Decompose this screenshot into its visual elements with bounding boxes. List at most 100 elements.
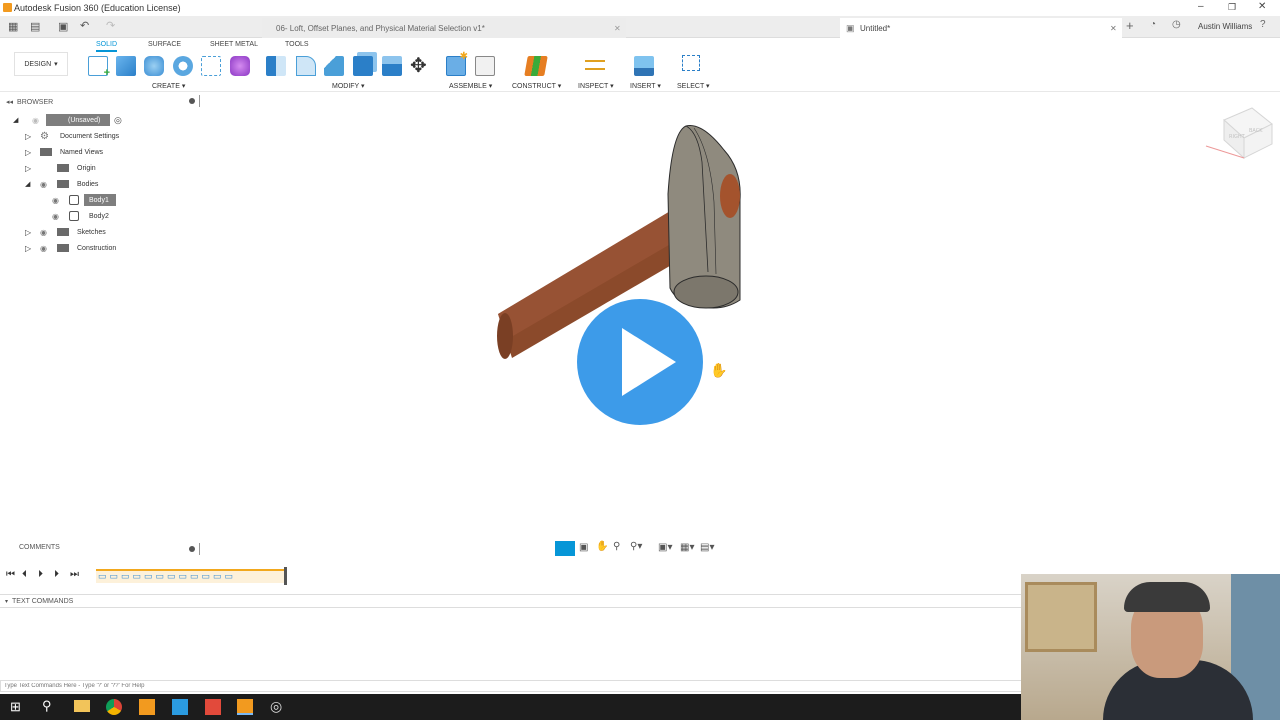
tab-untitled[interactable]: ▣ Untitled* ✕ <box>840 18 1122 38</box>
pattern-icon[interactable] <box>201 56 221 76</box>
display-settings-icon[interactable]: ▣▾ <box>658 542 672 553</box>
step-forward-icon[interactable]: ⏵ <box>54 569 59 580</box>
tab-sheet-metal[interactable]: SHEET METAL <box>210 41 258 48</box>
go-to-start-icon[interactable]: ⏮ <box>6 569 15 580</box>
tree-root[interactable]: ◢ ◉ (Unsaved) ◎ <box>0 112 202 128</box>
grid-icon[interactable]: ▦▾ <box>680 542 694 553</box>
group-insert[interactable]: INSERT ▾ <box>630 82 661 90</box>
tree-item-body1[interactable]: ◉ Body1 <box>0 192 202 208</box>
tree-item-origin[interactable]: ▷ Origin <box>0 160 202 176</box>
visibility-eye-icon[interactable]: ◉ <box>40 228 47 237</box>
group-inspect[interactable]: INSPECT ▾ <box>578 82 614 90</box>
app-icon-2[interactable] <box>172 699 188 715</box>
tab-tools[interactable]: TOOLS <box>285 41 309 48</box>
offset-plane-icon[interactable] <box>524 56 548 76</box>
activate-radio-icon[interactable]: ◎ <box>114 115 122 126</box>
expand-arrow-icon[interactable]: ▷ <box>25 148 31 157</box>
play-timeline-icon[interactable]: ⏵ <box>38 569 43 580</box>
fit-icon[interactable]: ⚲▾ <box>630 541 642 552</box>
expand-arrow-icon[interactable]: ▷ <box>25 132 31 141</box>
insert-image-icon[interactable] <box>634 56 654 76</box>
close-tab-icon[interactable]: ✕ <box>614 24 621 33</box>
redo-icon[interactable]: ↷ <box>106 19 115 32</box>
viewcube[interactable]: RIGHT BACK <box>1205 107 1273 160</box>
look-at-icon[interactable]: ▣ <box>579 542 588 553</box>
visibility-eye-icon[interactable]: ◉ <box>52 196 59 205</box>
measure-icon[interactable] <box>585 60 605 70</box>
pan-icon[interactable]: ✋ <box>596 541 608 552</box>
new-tab-icon[interactable]: + <box>1126 18 1134 33</box>
select-icon[interactable] <box>682 55 700 71</box>
file-icon[interactable]: ▤ <box>30 20 40 33</box>
group-select[interactable]: SELECT ▾ <box>677 82 710 90</box>
text-command-input[interactable] <box>0 680 1022 692</box>
group-modify[interactable]: MODIFY ▾ <box>332 82 365 90</box>
undo-icon[interactable]: ↶ <box>80 19 89 32</box>
press-pull-icon[interactable] <box>266 56 286 76</box>
collapse-icon[interactable]: ◂◂ <box>6 98 13 106</box>
group-create[interactable]: CREATE ▾ <box>152 82 185 90</box>
workspace-switcher[interactable]: DESIGN ▾ <box>14 52 68 76</box>
joint-icon[interactable] <box>475 56 495 76</box>
chamfer-icon[interactable] <box>324 56 344 76</box>
app-icon-1[interactable] <box>139 699 155 715</box>
file-explorer-icon[interactable] <box>74 700 90 712</box>
tab-surface[interactable]: SURFACE <box>148 41 181 48</box>
extrude-icon[interactable] <box>116 56 136 76</box>
visibility-eye-icon[interactable]: ◉ <box>40 180 47 189</box>
root-component[interactable]: (Unsaved) <box>46 114 110 126</box>
close-icon[interactable]: ✕ <box>1258 1 1266 12</box>
windows-start-icon[interactable]: ⊞ <box>10 699 21 715</box>
collapse-arrow-icon[interactable]: ◢ <box>13 116 18 124</box>
expand-arrow-icon[interactable]: ▷ <box>25 164 31 173</box>
visibility-eye-icon[interactable]: ◉ <box>52 212 59 221</box>
tab-document-loft[interactable]: 06- Loft, Offset Planes, and Physical Ma… <box>262 18 626 38</box>
expand-arrow-icon[interactable]: ▷ <box>25 228 31 237</box>
collapse-icon[interactable]: ▾ <box>5 598 8 605</box>
orbit-icon[interactable] <box>555 541 575 556</box>
visibility-eye-icon[interactable]: ◉ <box>32 116 39 125</box>
timeline-features[interactable]: ▭▭▭▭▭▭▭▭▭▭▭▭ <box>96 569 286 583</box>
search-icon[interactable]: ⚲ <box>42 698 52 714</box>
app-icon-3[interactable] <box>205 699 221 715</box>
new-component-icon[interactable]: ✱ <box>446 51 468 76</box>
restore-icon[interactable]: ❐ <box>1228 2 1236 13</box>
chrome-icon[interactable] <box>106 699 122 715</box>
viewports-icon[interactable]: ▤▾ <box>700 542 714 553</box>
group-assemble[interactable]: ASSEMBLE ▾ <box>449 82 492 90</box>
visibility-eye-icon[interactable]: ◉ <box>40 244 47 253</box>
job-status-icon[interactable]: ◔ <box>1150 19 1156 30</box>
user-name[interactable]: Austin Williams <box>1198 22 1252 31</box>
split-body-icon[interactable] <box>382 56 402 76</box>
comments-options-icon[interactable] <box>189 546 195 552</box>
fusion-taskbar-icon[interactable] <box>237 699 253 715</box>
hole-icon[interactable] <box>173 56 193 76</box>
obs-icon[interactable]: ◎ <box>270 698 282 715</box>
tree-item-bodies[interactable]: ◢ ◉ Bodies <box>0 176 202 192</box>
step-back-icon[interactable]: ⏴ <box>22 569 27 580</box>
canvas-viewport[interactable]: ✋ RIGHT BACK <box>202 92 1280 540</box>
play-button[interactable] <box>572 294 708 430</box>
app-menu-icon[interactable]: ▦ <box>8 20 18 33</box>
timeline-marker[interactable] <box>284 567 287 585</box>
tab-solid[interactable]: SOLID <box>96 41 118 52</box>
help-icon[interactable]: ? <box>1260 19 1266 30</box>
move-icon[interactable]: ✥ <box>410 53 427 78</box>
group-construct[interactable]: CONSTRUCT ▾ <box>512 82 561 90</box>
tree-item-sketches[interactable]: ▷ ◉ Sketches <box>0 224 202 240</box>
zoom-icon[interactable]: ⚲ <box>613 541 620 552</box>
browser-options-icon[interactable] <box>189 98 195 104</box>
hammer-head[interactable] <box>667 125 741 309</box>
fillet-icon[interactable] <box>296 56 316 76</box>
tree-item-document-settings[interactable]: ▷ ⚙ Document Settings <box>0 128 202 144</box>
minimize-icon[interactable]: – <box>1198 1 1204 12</box>
revolve-icon[interactable] <box>144 56 164 76</box>
combine-icon[interactable] <box>353 56 373 76</box>
tree-item-body2[interactable]: ◉ Body2 <box>0 208 202 224</box>
expand-arrow-icon[interactable]: ▷ <box>25 244 31 253</box>
create-sketch-icon[interactable]: + <box>88 56 110 79</box>
save-icon[interactable]: ▣ <box>58 20 68 33</box>
collapse-arrow-icon[interactable]: ◢ <box>25 180 30 188</box>
notification-icon[interactable]: ◷ <box>1172 19 1181 30</box>
tree-item-named-views[interactable]: ▷ Named Views <box>0 144 202 160</box>
